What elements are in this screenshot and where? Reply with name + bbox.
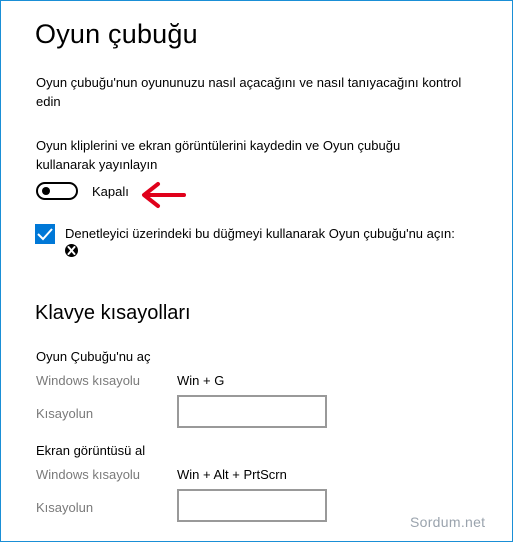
screenshot-windows-label: Windows kısayolu <box>36 467 141 482</box>
toggle-knob <box>42 187 50 195</box>
screenshot-heading: Ekran görüntüsü al <box>36 443 146 458</box>
open-bar-windows-value: Win + G <box>177 373 225 388</box>
open-bar-custom-label: Kısayolun <box>36 406 94 421</box>
screenshot-windows-value: Win + Alt + PrtScrn <box>177 467 287 482</box>
watermark: Sordum.net <box>410 514 486 530</box>
toggle-state-label: Kapalı <box>92 184 129 199</box>
record-toggle[interactable] <box>36 182 78 200</box>
checkmark-icon <box>37 228 53 241</box>
screenshot-shortcut-input[interactable] <box>177 489 327 522</box>
page-description: Oyun çubuğu'nun oyununuzu nasıl açacağın… <box>36 75 462 109</box>
red-arrow-annotation <box>142 182 186 208</box>
open-bar-heading: Oyun Çubuğu'nu aç <box>36 349 151 364</box>
controller-checkbox[interactable] <box>35 224 55 244</box>
screenshot-custom-label: Kısayolun <box>36 500 94 515</box>
controller-checkbox-label: Denetleyici üzerindeki bu düğmeyi kullan… <box>65 226 455 241</box>
shortcuts-title: Klavye kısayolları <box>35 302 191 324</box>
page-title: Oyun çubuğu <box>35 19 198 49</box>
open-bar-windows-label: Windows kısayolu <box>36 373 141 388</box>
xbox-button-icon <box>65 244 78 257</box>
open-bar-shortcut-input[interactable] <box>177 395 327 428</box>
record-description: Oyun kliplerini ve ekran görüntülerini k… <box>36 138 401 172</box>
